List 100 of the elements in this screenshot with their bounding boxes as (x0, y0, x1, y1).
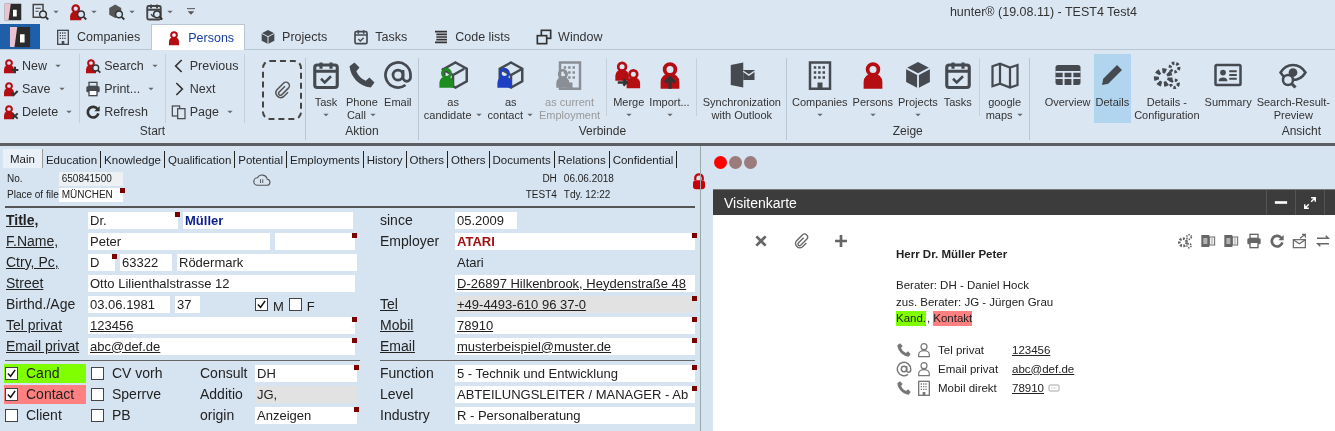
input-field[interactable]: ATARI (455, 232, 695, 250)
form-tab[interactable]: Main (3, 149, 43, 168)
printer-icon[interactable] (1246, 233, 1262, 249)
ribbon-button[interactable]: Delete (3, 100, 74, 123)
input-field[interactable]: R - Personalberatung (455, 406, 695, 424)
ribbon-button[interactable]: Refresh (85, 100, 159, 123)
calendar-search-icon[interactable] (145, 3, 163, 21)
place-field[interactable]: MÜNCHEN (58, 188, 123, 202)
checkbox[interactable] (255, 297, 268, 311)
ribbon-button[interactable]: New (3, 54, 74, 77)
ribbon-button[interactable]: Overview (1042, 54, 1093, 123)
ribbon-button[interactable]: Details (1093, 54, 1132, 123)
input-field[interactable]: 5 - Technik und Entwicklung (455, 364, 695, 382)
input-field[interactable]: 03.06.1981 (88, 295, 170, 313)
attachment-drop-zone[interactable] (262, 60, 302, 120)
field-link[interactable]: Email (380, 338, 450, 354)
field-link[interactable]: Tel (380, 296, 450, 312)
input-field[interactable]: abc@def.de (88, 337, 355, 355)
input-field[interactable]: 63322 (120, 253, 172, 271)
ribbon-button[interactable]: Page (170, 100, 239, 123)
refresh-icon[interactable] (1269, 233, 1285, 249)
checkbox[interactable] (91, 366, 104, 380)
field-link[interactable]: Street (6, 275, 83, 291)
form-tab[interactable]: Qualification (165, 151, 236, 168)
field-link[interactable]: Mobil (380, 317, 450, 333)
ribbon-button[interactable]: Search-Result- Preview (1254, 54, 1332, 123)
input-field[interactable]: 37 (175, 295, 200, 313)
ribbon-button[interactable]: Phone Call (344, 54, 380, 123)
form-tab[interactable]: Others (448, 151, 490, 168)
ribbon-button[interactable]: Summary (1202, 54, 1254, 123)
contact-link[interactable]: 123456 (1012, 343, 1051, 356)
person-search-icon[interactable] (69, 3, 87, 21)
ribbon-button[interactable]: Task (309, 54, 343, 123)
mail-send-icon[interactable] (1292, 233, 1308, 249)
swap-icon[interactable] (1315, 233, 1331, 249)
app-tab[interactable]: Companies (40, 24, 152, 49)
input-field[interactable]: Rödermark (177, 253, 357, 271)
input-field[interactable]: Dr. (88, 211, 178, 229)
input-field[interactable]: Peter (88, 232, 270, 250)
ribbon-button[interactable]: Import... (647, 54, 692, 123)
field-link[interactable]: Ctry, Pc, (6, 254, 83, 270)
document-search-icon[interactable] (31, 3, 49, 21)
checkbox-label: PB (112, 407, 131, 423)
input-field[interactable]: ABTEILUNGSLEITER / MANAGER - Ab (455, 385, 695, 403)
ribbon-button[interactable]: Search (85, 54, 159, 77)
ribbon-button[interactable]: Tasks (940, 54, 975, 123)
checkbox[interactable] (5, 387, 18, 401)
input-field[interactable]: +49-4493-610 96 37-0 (455, 295, 695, 313)
input-field[interactable]: 78910 (455, 316, 695, 334)
ribbon-button[interactable]: as candidate (421, 54, 485, 123)
ribbon-button[interactable]: Email (380, 54, 415, 123)
app-menu-button[interactable] (0, 24, 40, 49)
field-link[interactable]: Title, (6, 212, 83, 228)
ribbon-button[interactable]: Details - Configuration (1132, 54, 1202, 123)
logo-icon[interactable] (4, 3, 22, 21)
input-field[interactable]: musterbeispiel@muster.de (455, 337, 695, 355)
ribbon-button[interactable]: Projects (895, 54, 940, 123)
ribbon-button[interactable]: Merge (611, 54, 647, 123)
ribbon-button[interactable]: Synchronization with Outlook (700, 54, 783, 123)
ribbon-button[interactable]: Persons (850, 54, 895, 123)
form-tab[interactable]: Knowledge (101, 151, 165, 168)
checkbox[interactable] (91, 408, 104, 422)
input-field[interactable]: Anzeigen (255, 406, 357, 424)
ribbon-button[interactable]: Save (3, 77, 74, 100)
field-link[interactable]: Tel privat (6, 317, 83, 333)
input-field[interactable]: 123456 (88, 316, 355, 334)
plus-icon[interactable] (833, 233, 849, 249)
app-tab[interactable]: Persons (151, 24, 246, 50)
cube-search-icon[interactable] (107, 3, 125, 21)
contact-link[interactable]: 78910 (1012, 381, 1044, 394)
input-field[interactable]: Müller (183, 211, 353, 229)
field-link[interactable]: F.Name, (6, 233, 83, 249)
app-tab[interactable]: Code lists (418, 24, 522, 49)
app-tab[interactable]: Projects (245, 24, 339, 49)
contact-link[interactable]: abc@def.de (1012, 362, 1075, 375)
checkbox[interactable] (5, 366, 18, 380)
input-field[interactable]: JG, (255, 385, 357, 403)
ribbon-button[interactable]: as contact (485, 54, 536, 123)
ribbon-button[interactable]: Next (170, 77, 239, 100)
checkbox[interactable] (5, 408, 18, 422)
input-field[interactable] (275, 232, 355, 250)
ribbon-button[interactable]: Companies (789, 54, 850, 123)
input-field[interactable]: DH (255, 364, 357, 382)
checkbox[interactable] (91, 387, 104, 401)
close-icon[interactable] (753, 233, 769, 249)
input-field[interactable]: 05.2009 (455, 211, 517, 229)
form-tab[interactable]: Employments (287, 151, 364, 168)
input-field[interactable]: D (88, 253, 115, 271)
ribbon-button[interactable]: Print... (85, 77, 159, 100)
ribbon-button[interactable]: google maps (983, 54, 1026, 123)
expand-button[interactable] (1295, 190, 1325, 215)
input-field[interactable]: D-26897 Hilkenbrook, Heydenstraße 48 (455, 274, 695, 292)
person-search-icon (85, 57, 102, 74)
app-tab[interactable]: Tasks (338, 24, 419, 49)
input-field[interactable]: Otto Lilienthalstrasse 12 (88, 274, 355, 292)
checkbox[interactable] (288, 297, 302, 311)
ribbon-button[interactable]: Previous (170, 54, 239, 77)
field-link[interactable]: Email privat (6, 338, 83, 354)
app-tab[interactable]: Window (521, 24, 614, 49)
paperclip-icon[interactable] (793, 233, 809, 249)
